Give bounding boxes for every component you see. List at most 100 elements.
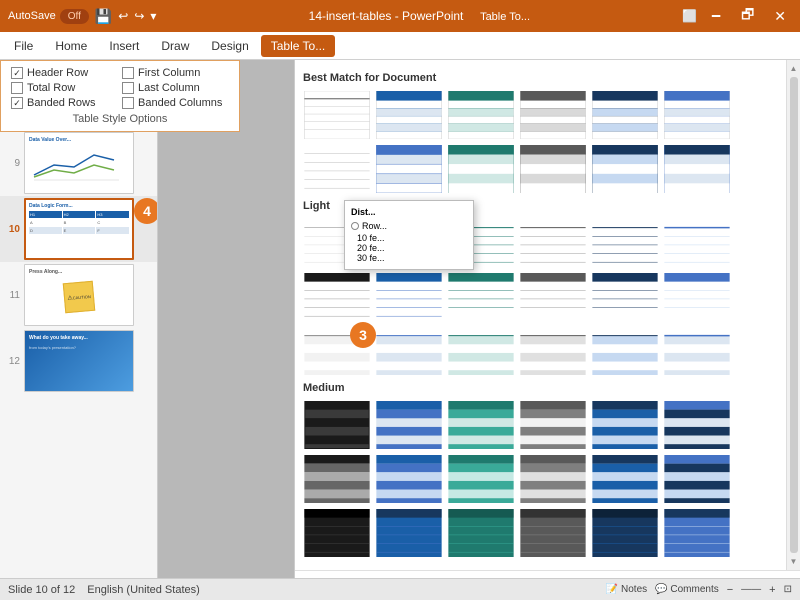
table-style-medium1-6[interactable]: [663, 400, 731, 450]
banded-rows-checkbox[interactable]: ✓: [11, 97, 23, 109]
table-style-medium1-4[interactable]: [519, 400, 587, 450]
last-column-option[interactable]: Last Column: [122, 82, 229, 94]
tab-draw[interactable]: Draw: [151, 35, 199, 57]
redo-icon[interactable]: ↪: [134, 9, 144, 23]
banded-columns-option[interactable]: Banded Columns: [122, 97, 229, 109]
total-row-option[interactable]: Total Row: [11, 82, 118, 94]
table-style-light-dark[interactable]: [591, 218, 659, 268]
first-column-option[interactable]: First Column: [122, 67, 229, 79]
table-style-medium2-4[interactable]: [519, 454, 587, 504]
autosave-toggle[interactable]: Off: [60, 9, 89, 24]
table-style-medium3-4[interactable]: [519, 508, 587, 558]
notes-button[interactable]: 📝 Notes: [606, 584, 647, 595]
table-style-blue-full[interactable]: [375, 144, 443, 194]
comments-button[interactable]: 💬 Comments: [655, 584, 719, 595]
zoom-out-button[interactable]: −: [727, 584, 733, 596]
fit-button[interactable]: ⊡: [784, 584, 792, 595]
banded-rows-option[interactable]: ✓ Banded Rows: [11, 97, 118, 109]
table-style-medium2-3[interactable]: [447, 454, 515, 504]
slide-item-9[interactable]: 9 Data Value Over...: [0, 130, 157, 196]
table-style-light2-3[interactable]: [447, 272, 515, 322]
gallery-scrollbar[interactable]: ▲ ▼: [786, 60, 800, 570]
ribbon-toggle-icon[interactable]: ⬜: [682, 9, 697, 23]
last-column-checkbox[interactable]: [122, 82, 134, 94]
table-style-medium3-2[interactable]: [375, 508, 443, 558]
table-style-medium3-5[interactable]: [591, 508, 659, 558]
tab-design[interactable]: Design: [201, 35, 258, 57]
table-style-light2-5[interactable]: [591, 272, 659, 322]
table-style-blue-banded2[interactable]: [663, 90, 731, 140]
table-style-medium2-2[interactable]: [375, 454, 443, 504]
restore-button[interactable]: 🗗: [735, 2, 760, 30]
gallery-scroll[interactable]: Best Match for Document: [295, 60, 786, 570]
table-style-light3-5[interactable]: [591, 326, 659, 376]
table-style-medium1-3[interactable]: [447, 400, 515, 450]
tab-file[interactable]: File: [4, 35, 43, 57]
close-button[interactable]: ✕: [768, 6, 792, 27]
table-style-options-panel: ✓ Header Row First Column Total Row Last…: [0, 60, 240, 132]
table-style-gray-full[interactable]: [519, 144, 587, 194]
table-style-medium3-3[interactable]: [447, 508, 515, 558]
table-style-medium3-6[interactable]: [663, 508, 731, 558]
gallery-row-best-2: [303, 144, 778, 194]
table-style-light3-3[interactable]: [447, 326, 515, 376]
table-style-light2-2[interactable]: [375, 272, 443, 322]
table-style-teal-full[interactable]: [447, 144, 515, 194]
table-style-medium2-5[interactable]: [591, 454, 659, 504]
table-style-gray-header[interactable]: [519, 90, 587, 140]
table-style-dark-blue-banded[interactable]: [591, 90, 659, 140]
table-style-medium1-1[interactable]: [303, 400, 371, 450]
table-style-light2-4[interactable]: [519, 272, 587, 322]
table-style-plain-2[interactable]: [303, 144, 371, 194]
table-style-blue-header[interactable]: [375, 90, 443, 140]
slide-info: Slide 10 of 12: [8, 584, 75, 596]
slide-thumb-11[interactable]: Press Along... ⚠CAUTION: [24, 264, 134, 326]
tab-insert[interactable]: Insert: [99, 35, 149, 57]
slide-thumb-12[interactable]: What do you take away... from today's pr…: [24, 330, 134, 392]
undo-icon[interactable]: ↩: [118, 9, 128, 23]
scrollbar-down[interactable]: ▼: [788, 555, 800, 568]
customize-icon[interactable]: ▾: [150, 9, 156, 23]
banded-columns-label: Banded Columns: [138, 97, 222, 109]
slide-item-10[interactable]: 10 Data Logic Form... H1 H2 H3 ABC DEF: [0, 196, 157, 262]
total-row-checkbox[interactable]: [11, 82, 23, 94]
zoom-in-button[interactable]: +: [769, 584, 775, 596]
save-icon[interactable]: 💾: [95, 8, 112, 25]
main-layout: 4 8 Us... Cat Val Chg Learning Growth: [0, 60, 800, 600]
step-badge-3: 3: [350, 322, 376, 348]
table-style-blue3[interactable]: [663, 144, 731, 194]
title-bar: AutoSave Off 💾 ↩ ↪ ▾ 14-insert-tables - …: [0, 0, 800, 32]
slide-item-11[interactable]: 11 Press Along... ⚠CAUTION: [0, 262, 157, 328]
table-style-plain[interactable]: [303, 90, 371, 140]
table-style-medium3-1[interactable]: [303, 508, 371, 558]
tab-home[interactable]: Home: [45, 35, 97, 57]
table-style-medium1-5[interactable]: [591, 400, 659, 450]
banded-columns-checkbox[interactable]: [122, 97, 134, 109]
slide-num-11: 11: [4, 290, 20, 301]
table-style-medium2-1[interactable]: [303, 454, 371, 504]
table-style-light-blue2[interactable]: [663, 218, 731, 268]
last-column-label: Last Column: [138, 82, 200, 94]
table-style-light2-1[interactable]: [303, 272, 371, 322]
slide-item-12[interactable]: 12 What do you take away... from today's…: [0, 328, 157, 394]
table-style-light3-6[interactable]: [663, 326, 731, 376]
autosave-area: AutoSave Off: [8, 9, 89, 24]
table-style-dark-full[interactable]: [591, 144, 659, 194]
table-style-light2-6[interactable]: [663, 272, 731, 322]
minimize-button[interactable]: 🗕: [705, 2, 727, 30]
slide-thumb-10[interactable]: Data Logic Form... H1 H2 H3 ABC DEF: [24, 198, 134, 260]
table-style-medium1-2[interactable]: [375, 400, 443, 450]
header-row-option[interactable]: ✓ Header Row: [11, 67, 118, 79]
first-column-checkbox[interactable]: [122, 67, 134, 79]
header-row-checkbox[interactable]: ✓: [11, 67, 23, 79]
zoom-slider[interactable]: ——: [741, 584, 761, 595]
table-style-light-gray[interactable]: [519, 218, 587, 268]
table-style-light3-2[interactable]: [375, 326, 443, 376]
table-style-medium2-6[interactable]: [663, 454, 731, 504]
table-style-teal-header[interactable]: [447, 90, 515, 140]
tab-table-tools[interactable]: Table To...: [261, 35, 335, 57]
scrollbar-up[interactable]: ▲: [788, 62, 800, 75]
slide-thumb-9[interactable]: Data Value Over...: [24, 132, 134, 194]
table-style-light3-4[interactable]: [519, 326, 587, 376]
slide-list: 8 Us... Cat Val Chg Learning Growth Drew: [0, 60, 157, 600]
